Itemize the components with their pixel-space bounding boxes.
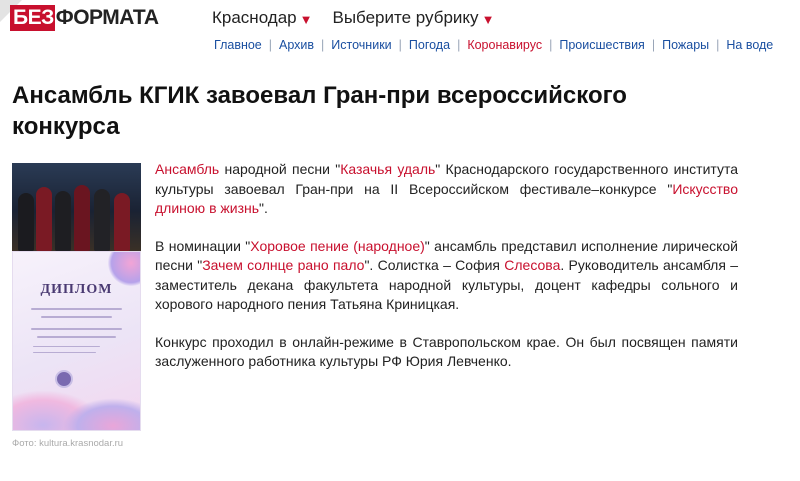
diploma-decoration [108,252,140,286]
diploma-text-line [41,316,112,318]
nav-link-incidents[interactable]: Происшествия [559,38,644,52]
photo-caption-label: Фото: [12,438,37,449]
logo-main: ФОРМАТА [55,6,159,29]
performer-figure [74,185,90,251]
top-menu: Краснодар ▼ Выберите рубрику ▼ [212,8,494,28]
performer-figure [55,191,71,251]
photo-caption: Фото: kultura.krasnodar.ru [12,438,123,449]
article-title: Ансамбль КГИК завоевал Гран-при всеросси… [12,82,627,140]
nav-link-weather[interactable]: Погода [409,38,450,52]
ensemble-photo [12,163,141,251]
caret-down-icon: ▼ [481,11,495,27]
paragraph-text: ". [259,200,268,216]
diploma-image: ДИПЛОМ [12,251,141,431]
main-nav: Главное | Архив | Источники | Погода | К… [214,38,773,52]
rubric-dropdown-label: Выберите рубрику [332,8,479,27]
nav-separator: | [651,38,656,52]
performer-figure [94,189,110,251]
diploma-text-line [33,352,96,353]
city-dropdown[interactable]: Краснодар ▼ [212,8,313,28]
nav-separator: | [457,38,461,52]
article-paragraph-3: Конкурс проходил в онлайн-режиме в Ставр… [155,333,738,370]
nav-separator: | [398,38,402,52]
paragraph-text: В номинации " [155,237,251,254]
nav-separator: | [716,38,720,52]
link-nomination[interactable]: Хоровое пение (народное) [250,238,425,254]
nav-separator: | [549,38,553,52]
photo-caption-source: kultura.krasnodar.ru [39,438,124,449]
nav-separator: | [321,38,325,52]
link-song[interactable]: Зачем солнце рано пало [202,257,364,273]
logo-prefix: БЕЗ [10,5,55,31]
link-soloist[interactable]: Слесова [504,257,560,273]
nav-link-coronavirus[interactable]: Коронавирус [467,38,542,52]
site-logo[interactable]: БЕЗ ФОРМАТА [10,4,159,32]
caret-down-icon: ▼ [299,11,313,27]
diploma-text-line [31,308,122,310]
rubric-dropdown[interactable]: Выберите рубрику ▼ [333,8,495,28]
article-paragraph-2: В номинации "Хоровое пение (народное)" а… [155,237,738,315]
diploma-text-line [37,336,116,338]
nav-link-fires[interactable]: Пожары [662,38,709,52]
paragraph-text: народной песни " [219,161,341,177]
performer-figure [36,187,52,251]
city-dropdown-label: Краснодар [212,8,297,27]
nav-link-on-water[interactable]: На воде [726,38,773,52]
nav-link-sources[interactable]: Источники [331,38,391,52]
nav-link-archive[interactable]: Архив [279,38,314,52]
performer-figure [114,193,130,251]
link-ensemble[interactable]: Ансамбль [155,161,219,177]
paragraph-text: ". Солистка – София [364,257,505,273]
link-kazachya-udal[interactable]: Казачья удаль [340,161,435,177]
article-photo[interactable]: ДИПЛОМ [12,163,141,431]
diploma-seal-icon [55,370,73,388]
diploma-title: ДИПЛОМ [40,282,113,297]
diploma-text-line [31,328,122,330]
article-body: Ансамбль народной песни "Казачья удаль" … [155,160,738,390]
article-paragraph-1: Ансамбль народной песни "Казачья удаль" … [155,160,738,219]
nav-separator: | [268,38,273,52]
diploma-text-line [33,346,100,347]
performer-figure [18,193,34,251]
nav-link-main[interactable]: Главное [214,38,262,52]
